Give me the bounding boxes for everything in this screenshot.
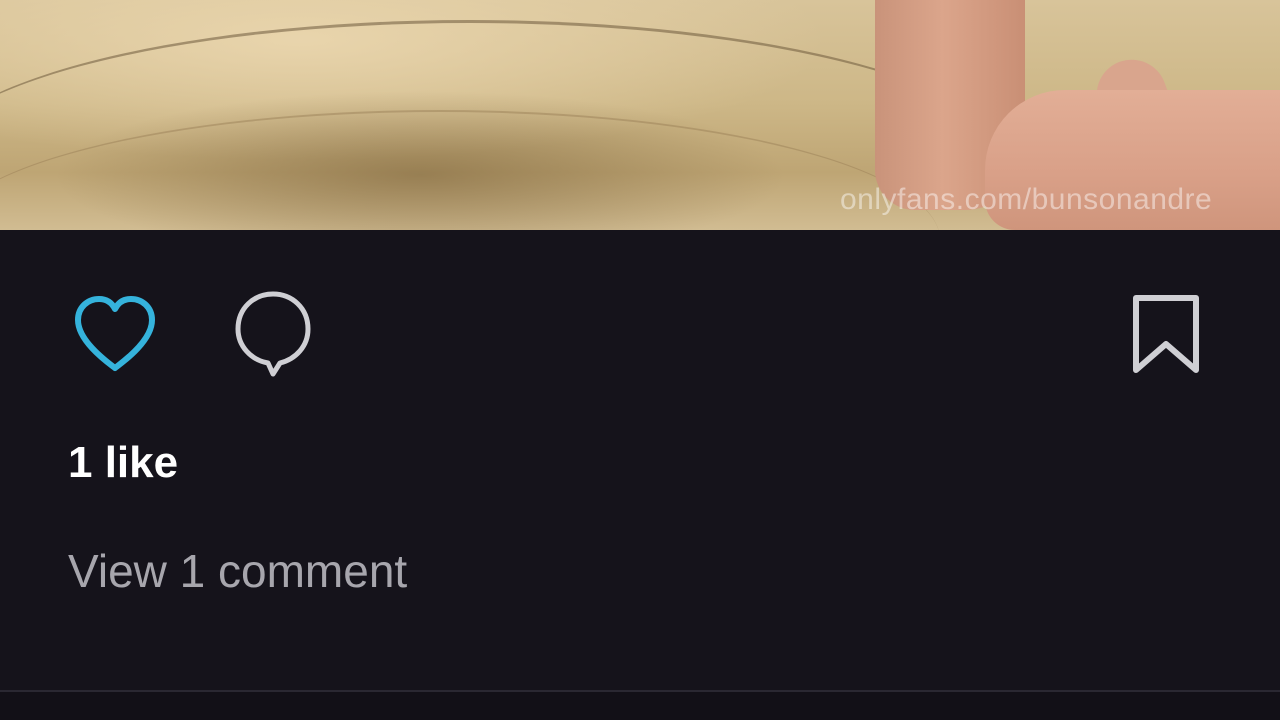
post-media[interactable]: onlyfans.com/bunsonandre bbox=[0, 0, 1280, 230]
media-watermark: onlyfans.com/bunsonandre bbox=[840, 183, 1213, 216]
heart-icon[interactable] bbox=[70, 292, 160, 376]
post-card: onlyfans.com/bunsonandre 1 like View 1 c… bbox=[0, 0, 1280, 720]
bookmark-icon[interactable] bbox=[1130, 292, 1202, 376]
likes-count[interactable]: 1 like bbox=[68, 438, 178, 488]
next-post-edge bbox=[0, 692, 1280, 720]
comment-icon[interactable] bbox=[232, 288, 314, 378]
view-comments-link[interactable]: View 1 comment bbox=[68, 544, 407, 598]
